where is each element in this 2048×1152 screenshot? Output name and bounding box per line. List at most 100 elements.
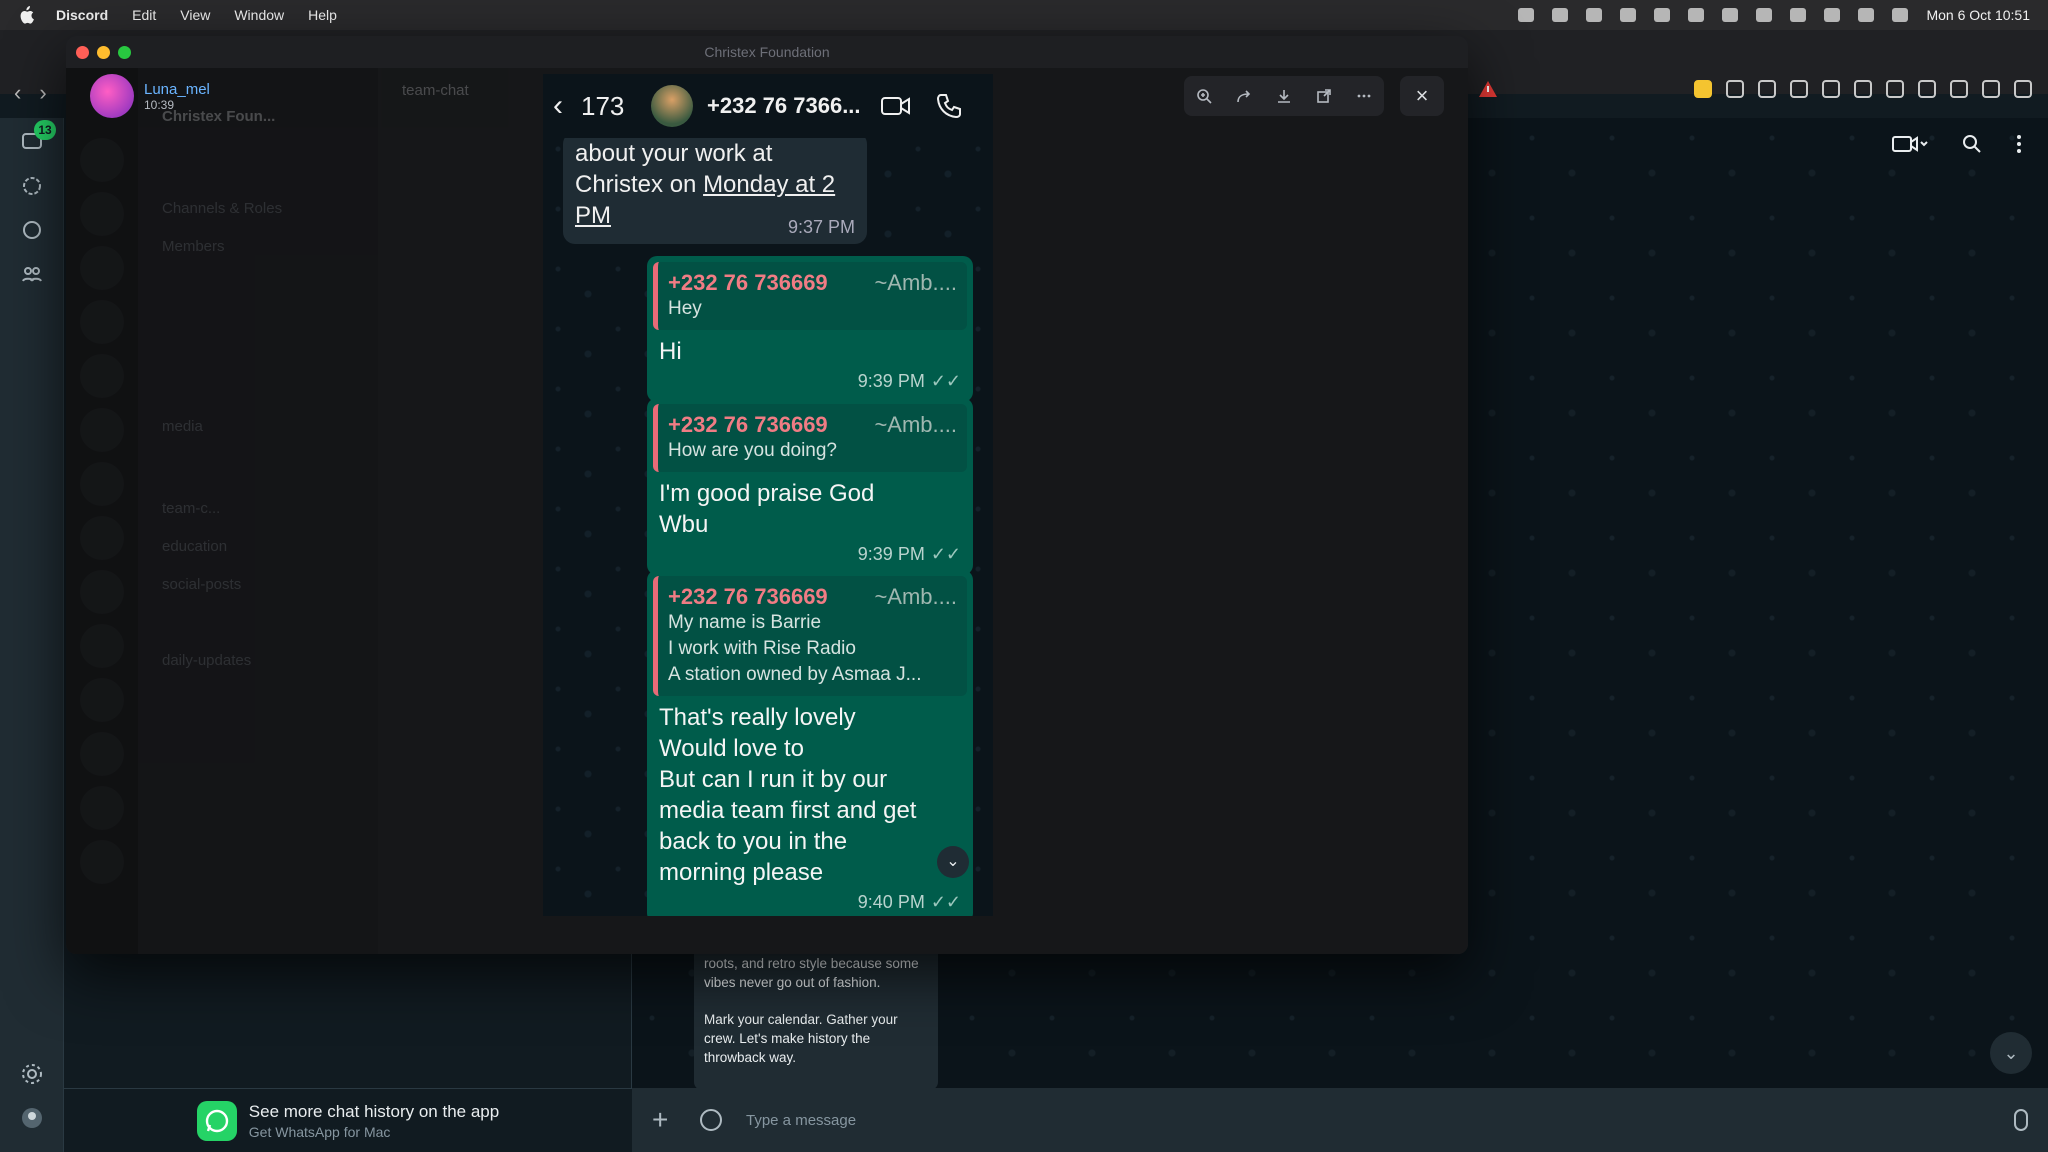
browser-nav: ‹ › [14, 80, 47, 106]
back-arrow-icon[interactable]: ‹ [14, 80, 21, 106]
back-chevron-icon: ‹ [553, 89, 563, 122]
extension-icon[interactable] [1694, 80, 1712, 98]
control-center-icon[interactable] [1892, 8, 1909, 22]
menu-bar: Discord Edit View Window Help Mon 6 Oct … [0, 0, 2048, 30]
apple-icon[interactable] [18, 6, 34, 24]
zoom-in-icon[interactable] [1196, 88, 1212, 104]
quoted-message: +232 76 736669 ~Amb.... How are you doing… [653, 404, 967, 472]
menubar-clock[interactable]: Mon 6 Oct 10:51 [1926, 7, 2030, 23]
moon-icon[interactable] [1982, 80, 2000, 98]
message-time: 9:37 PM [787, 217, 855, 237]
quote-alias: ~Amb.... [874, 412, 957, 437]
message-text: roots, and retro style because some vibe… [704, 956, 919, 990]
outgoing-message-bubble: +232 76 736669 ~Amb.... My name is Barrie… [647, 570, 973, 916]
reply-text: back to you in the [659, 828, 848, 855]
status-app2-icon[interactable] [1654, 8, 1671, 22]
spotlight-search-icon[interactable] [1858, 8, 1875, 22]
extension-warning-icon[interactable] [1478, 80, 1498, 98]
quoted-message: +232 76 736669 ~Amb.... My name is Barrie… [653, 576, 967, 696]
scroll-to-bottom-button[interactable]: ⌄ [1990, 1032, 2032, 1074]
message-time: 9:39 PM [857, 371, 925, 391]
sparkle-icon[interactable] [1918, 80, 1936, 98]
outgoing-message-bubble: +232 76 736669 ~Amb.... Hey Hi 9:39 PM ✓✓ [647, 256, 973, 402]
reply-text: That's really lovely [659, 704, 856, 731]
message-composer: + Type a message [632, 1088, 2048, 1152]
reply-text: Hi [659, 338, 682, 365]
whatsapp-logo-icon [196, 1100, 237, 1141]
extension-icon[interactable] [1790, 80, 1808, 98]
message-bubble: roots, and retro style because some vibe… [694, 940, 938, 1090]
menu-window[interactable]: Window [234, 7, 284, 23]
contact-avatar [651, 85, 693, 127]
status-sync-icon[interactable] [1586, 8, 1603, 22]
extension-icon[interactable] [1726, 80, 1744, 98]
download-icon[interactable] [1276, 88, 1292, 104]
reply-text: Wbu [659, 511, 709, 538]
screenshot-chat-header: ‹ 173 +232 76 7366... [543, 74, 993, 138]
quote-text: How are you doing? [668, 440, 837, 461]
sticker-icon[interactable] [700, 1109, 722, 1131]
screenshot-image[interactable]: about your work at Christex on Monday at… [543, 74, 993, 916]
scroll-down-chevron-icon: ⌄ [937, 846, 969, 878]
outgoing-message-bubble: +232 76 736669 ~Amb.... How are you doing… [647, 398, 973, 575]
contact-name: +232 76 7366... [707, 93, 861, 118]
reply-text: But can I run it by our [659, 766, 888, 793]
incoming-message-bubble: about your work at Christex on Monday at… [563, 132, 867, 244]
avatar[interactable] [90, 74, 134, 118]
focus-moon-icon[interactable] [1688, 8, 1705, 22]
reply-text: media team first and get [659, 797, 917, 824]
channels-icon[interactable] [20, 218, 44, 242]
keyboard-icon[interactable] [1756, 8, 1773, 22]
video-call-icon [881, 97, 910, 115]
unread-badge: 13 [34, 120, 56, 140]
promo-title: See more chat history on the app [248, 1101, 500, 1121]
double-check-icon: ✓✓ [930, 892, 961, 912]
communities-icon[interactable] [20, 262, 44, 286]
menu-edit[interactable]: Edit [132, 7, 156, 23]
status-icon[interactable] [20, 174, 44, 198]
download-icon[interactable] [1822, 80, 1840, 98]
uploader-name[interactable]: Luna_mel [144, 81, 210, 98]
microphone-icon[interactable] [2014, 1109, 2028, 1131]
message-input[interactable]: Type a message [746, 1112, 2014, 1129]
profile-avatar-icon[interactable] [20, 1106, 44, 1130]
settings-gear-icon[interactable] [20, 1062, 44, 1086]
reply-text: Would love to [659, 735, 804, 762]
uploader-info: Luna_mel 10:39 [90, 74, 210, 118]
viewer-toolbar [1184, 76, 1384, 116]
status-shield-icon[interactable] [1552, 8, 1569, 22]
wifi-icon[interactable] [1790, 8, 1807, 22]
puzzle-icon[interactable] [1758, 80, 1776, 98]
date-link: PM [575, 202, 611, 229]
promo-subtitle: Get WhatsApp for Mac [248, 1123, 391, 1140]
search-icon[interactable] [1962, 134, 1982, 154]
battery-icon[interactable] [1824, 8, 1841, 22]
message-time: 9:39 PM [857, 544, 925, 564]
bluetooth-icon[interactable] [1620, 8, 1637, 22]
attach-plus-icon[interactable]: + [652, 1104, 680, 1136]
browser-extensions [1694, 80, 2032, 98]
open-external-icon[interactable] [1316, 88, 1332, 104]
video-call-icon[interactable] [1892, 134, 1928, 154]
forward-arrow-icon[interactable]: › [39, 80, 46, 106]
status-app-icon[interactable] [1518, 8, 1535, 22]
upload-time: 10:39 [144, 97, 175, 112]
date-link: Monday at 2 [703, 171, 836, 198]
double-check-icon: ✓✓ [930, 544, 961, 564]
menu-help[interactable]: Help [308, 7, 337, 23]
forward-icon[interactable] [1236, 88, 1252, 104]
close-viewer-button[interactable]: × [1400, 76, 1444, 116]
shield-icon[interactable] [1950, 80, 1968, 98]
sidebar-icon[interactable] [1854, 80, 1872, 98]
quote-alias: ~Amb.... [874, 584, 957, 609]
get-app-promo[interactable]: See more chat history on the app Get Wha… [64, 1088, 632, 1152]
sound-muted-icon[interactable] [1722, 8, 1739, 22]
quoted-message: +232 76 736669 ~Amb.... Hey [653, 262, 967, 330]
more-vertical-icon[interactable] [2016, 134, 2022, 154]
wallet-icon[interactable] [1886, 80, 1904, 98]
menu-view[interactable]: View [180, 7, 210, 23]
menu-icon[interactable] [2014, 80, 2032, 98]
more-horizontal-icon[interactable] [1356, 88, 1372, 104]
menu-app-discord[interactable]: Discord [56, 7, 108, 23]
message-text: about your work at [575, 140, 773, 167]
